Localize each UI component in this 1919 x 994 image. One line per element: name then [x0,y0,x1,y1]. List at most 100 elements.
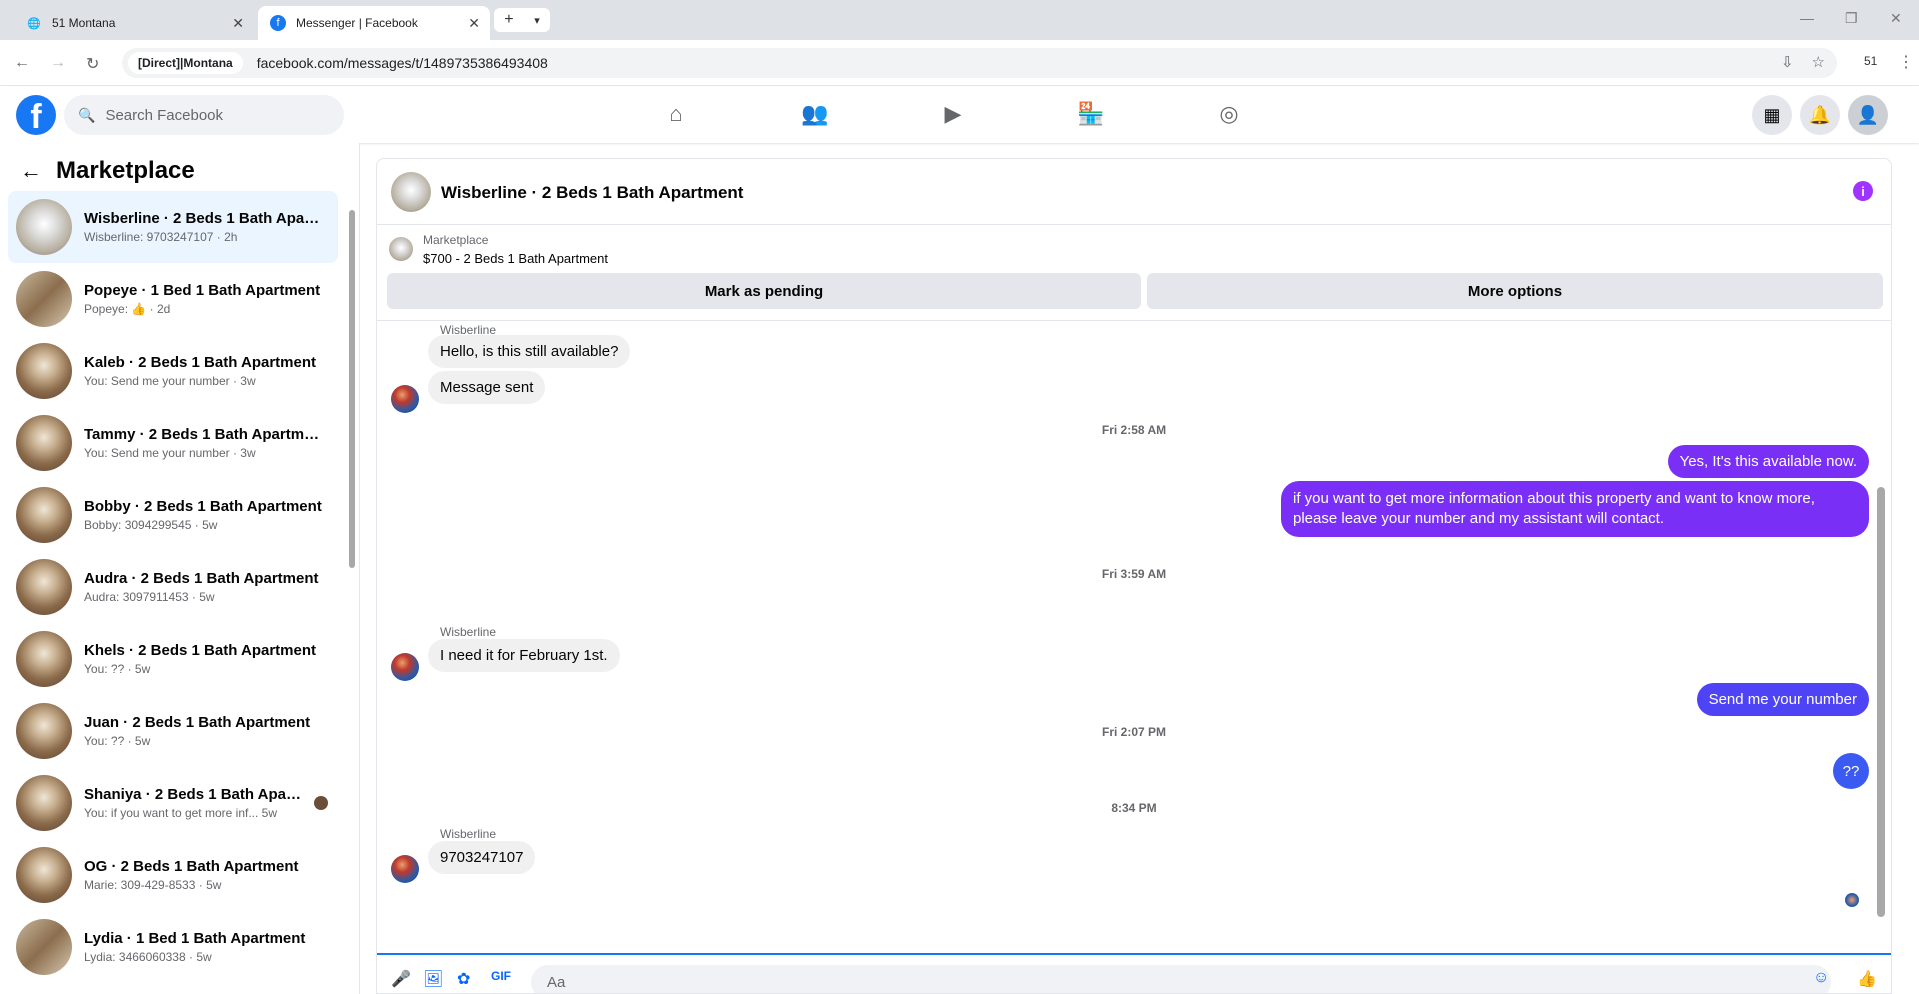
conversation-name: Popeye · 1 Bed 1 Bath Apartment [84,282,321,299]
sender-avatar[interactable] [391,855,419,883]
conversation-item[interactable]: Shaniya · 2 Beds 1 Bath Apart... You: if … [8,767,338,839]
conversation-name: Audra · 2 Beds 1 Bath Apartment [84,570,319,587]
browser-tab-1[interactable]: 🌐 51 Montana ✕ [14,6,254,40]
omnibox[interactable]: [Direct]|Montana facebook.com/messages/t… [122,48,1837,78]
menu-icon[interactable]: ⋮ [1898,52,1914,72]
conversation-preview: Audra: 3097911453 · 5w [84,590,215,604]
video-icon[interactable]: ▶ [938,101,968,129]
listing-thumbnail [16,487,72,543]
menu-grid-icon[interactable]: ▦ [1752,95,1792,135]
conversation-preview: You: if you want to get more inf... 5w [84,806,277,820]
conversation-preview: Lydia: 3466060338 · 5w [84,950,212,964]
message-input[interactable]: Aa [531,965,1831,993]
conversation-item[interactable]: Juan · 2 Beds 1 Bath Apartment You: ?? · … [8,695,338,767]
read-receipt-avatar [314,796,328,810]
tab-search-chevron-icon[interactable]: ▾ [534,14,540,27]
info-icon[interactable]: i [1853,181,1873,201]
thumbs-up-icon[interactable]: 👍 [1857,969,1877,989]
incoming-message[interactable]: I need it for February 1st. [428,639,620,672]
account-avatar-icon[interactable]: 👤 [1848,95,1888,135]
conversation-item[interactable]: Khels · 2 Beds 1 Bath Apartment You: ?? ·… [8,623,338,695]
install-icon[interactable]: ⇩ [1781,53,1794,71]
restore-icon[interactable]: ❐ [1845,10,1858,27]
sender-avatar[interactable] [391,385,419,413]
conversation-item[interactable]: Kaleb · 2 Beds 1 Bath Apartment You: Send… [8,335,338,407]
seen-avatar [1845,893,1859,907]
listing-thumbnail [16,415,72,471]
search-facebook-input[interactable]: 🔍 Search Facebook [64,95,344,135]
microphone-icon[interactable]: 🎤 [391,969,411,989]
url-text[interactable]: facebook.com/messages/t/1489735386493408 [257,55,548,71]
conversation-item[interactable]: OG · 2 Beds 1 Bath Apartment Marie: 309-4… [8,839,338,911]
outgoing-message[interactable]: if you want to get more information abou… [1281,481,1869,537]
notifications-bell-icon[interactable]: 🔔 [1800,95,1840,135]
listing-thumbnail [16,775,72,831]
globe-icon: 🌐 [27,17,41,30]
incoming-message[interactable]: Message sent [428,371,546,404]
new-tab-icon[interactable]: + [504,11,513,29]
incoming-message[interactable]: 9703247107 [428,841,536,874]
home-icon[interactable]: ⌂ [661,101,691,129]
message-placeholder: Aa [547,973,566,991]
outgoing-message[interactable]: Yes, It's this available now. [1667,445,1869,478]
address-toolbar: ← → ↻ [Direct]|Montana facebook.com/mess… [0,40,1919,86]
conversation-item[interactable]: Tammy · 2 Beds 1 Bath Apartment You: Send… [8,407,338,479]
minimize-icon[interactable]: — [1800,10,1814,26]
facebook-header: f 🔍 Search Facebook ⌂ 👥 ▶ 🏪 ◎ ▦ 🔔 👤 [0,87,1919,143]
sender-avatar[interactable] [391,653,419,681]
photo-icon[interactable]: 🖼 [423,969,443,989]
message-composer: 🎤 🖼 ✿ GIF Aa ☺ 👍 [377,953,1891,993]
marketplace-label: Marketplace [423,233,489,247]
outgoing-message[interactable]: Send me your number [1696,683,1869,716]
close-tab-icon[interactable]: ✕ [232,15,244,32]
back-icon[interactable]: ← [14,54,30,72]
bookmark-star-icon[interactable]: ☆ [1812,53,1825,71]
sidebar-scrollbar[interactable] [349,210,355,568]
gif-icon[interactable]: GIF [491,969,511,983]
conversation-preview: Popeye: 👍 · 2d [84,302,171,316]
more-options-button[interactable]: More options [1147,273,1883,309]
conversation-name: Lydia · 1 Bed 1 Bath Apartment [84,930,306,947]
profile-count[interactable]: 51 [1864,54,1877,68]
sender-name: Wisberline [440,625,497,639]
conversation-item[interactable]: Lydia · 1 Bed 1 Bath Apartment Lydia: 346… [8,911,338,983]
forward-icon[interactable]: → [50,54,66,72]
message-thread: Wisberline Hello, is this still availabl… [377,323,1891,953]
conversation-preview: You: Send me your number · 3w [84,374,256,388]
reload-icon[interactable]: ↻ [86,54,99,74]
marketplace-conversation-list: ← Marketplace Wisberline · 2 Beds 1 Bath… [0,143,360,994]
incoming-message[interactable]: Hello, is this still available? [428,335,631,368]
back-arrow-icon[interactable]: ← [20,158,42,184]
browser-tab-2[interactable]: f Messenger | Facebook ✕ [258,6,490,40]
listing-thumbnail [16,271,72,327]
groups-icon[interactable]: ◎ [1214,101,1244,129]
sidebar-title: Marketplace [56,157,195,184]
close-tab-icon[interactable]: ✕ [468,15,480,32]
listing-thumbnail [16,559,72,615]
proxy-chip[interactable]: [Direct]|Montana [128,52,243,74]
marketplace-icon[interactable]: 🏪 [1076,101,1106,129]
conversation-item[interactable]: Popeye · 1 Bed 1 Bath Apartment Popeye: 👍… [8,263,338,335]
emoji-icon[interactable]: ☺ [1813,969,1829,987]
close-window-icon[interactable]: ✕ [1890,10,1902,27]
chat-title[interactable]: Wisberline · 2 Beds 1 Bath Apartment [441,183,743,203]
conversation-item[interactable]: Wisberline · 2 Beds 1 Bath Apart... Wisbe… [8,191,338,263]
conversation-preview: Bobby: 3094299545 · 5w [84,518,218,532]
sticker-icon[interactable]: ✿ [457,969,470,989]
listing-price-title[interactable]: $700 - 2 Beds 1 Bath Apartment [423,251,608,266]
search-placeholder: Search Facebook [105,106,224,124]
conversation-name: OG · 2 Beds 1 Bath Apartment [84,858,299,875]
mark-as-pending-button[interactable]: Mark as pending [387,273,1141,309]
listing-thumbnail [16,343,72,399]
timestamp: 8:34 PM [1111,801,1157,815]
outgoing-message[interactable]: ?? [1833,753,1869,789]
chat-listing-thumbnail [391,172,431,212]
conversation-item[interactable]: Audra · 2 Beds 1 Bath Apartment Audra: 30… [8,551,338,623]
friends-icon[interactable]: 👥 [800,101,830,129]
chat-scrollbar[interactable] [1877,487,1885,917]
conversation-item[interactable]: Bobby · 2 Beds 1 Bath Apartment Bobby: 30… [8,479,338,551]
conversation-name: Shaniya · 2 Beds 1 Bath Apart... [84,786,304,803]
conversation-name: Khels · 2 Beds 1 Bath Apartment [84,642,316,659]
conversation-name: Bobby · 2 Beds 1 Bath Apartment [84,498,322,515]
facebook-logo[interactable]: f [16,95,56,135]
